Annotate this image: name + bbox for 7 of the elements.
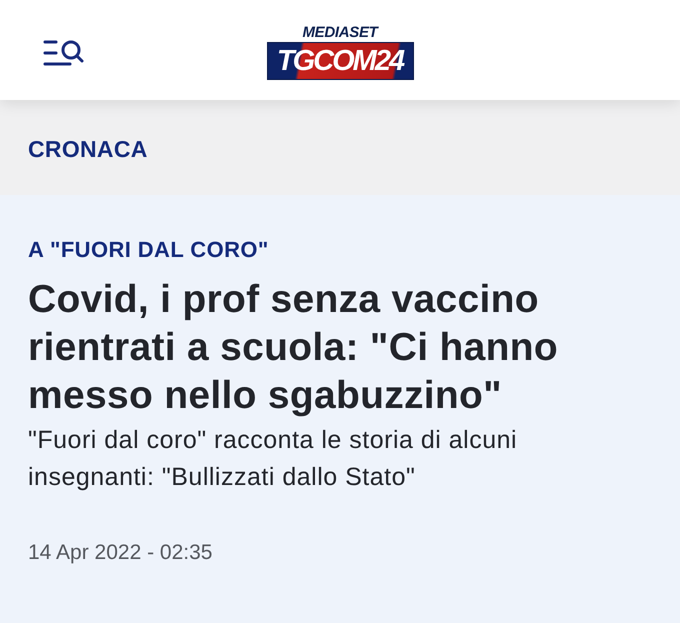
article-headline[interactable]: Covid, i prof senza vaccino rientrati a scuola: "Ci hanno messo nello sgabuzzino" xyxy=(28,276,628,420)
article-summary: "Fuori dal coro" racconta le storia di alcuni insegnanti: "Bullizzati dallo Stato" xyxy=(28,425,518,493)
logo-brand-text: MEDIASET xyxy=(302,24,378,40)
article-kicker: A "FUORI DAL CORO" xyxy=(28,236,269,264)
article-date: 14 Apr 2022 - 02:35 xyxy=(28,540,212,566)
menu-search-icon[interactable] xyxy=(43,39,84,67)
section-label[interactable]: CRONACA xyxy=(28,132,148,163)
